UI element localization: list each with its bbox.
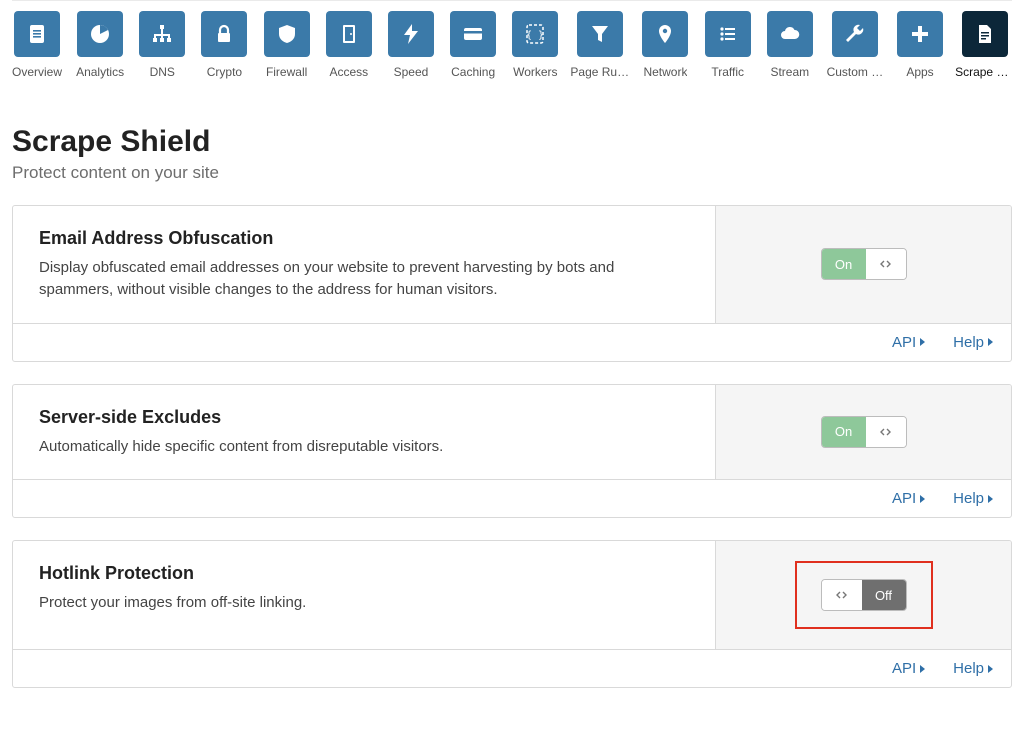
api-link[interactable]: API bbox=[892, 660, 925, 677]
nav-item-network[interactable]: Network bbox=[641, 11, 689, 79]
toggle-email-address-obfuscation[interactable]: On bbox=[821, 248, 907, 280]
nav-label: Analytics bbox=[76, 65, 124, 79]
nav-item-firewall[interactable]: Firewall bbox=[263, 11, 311, 79]
toggle-off-label: Off bbox=[862, 580, 906, 610]
setting-card: Server-side Excludes Automatically hide s… bbox=[12, 384, 1012, 519]
caret-right-icon bbox=[988, 495, 993, 503]
pie-icon bbox=[77, 11, 123, 57]
toggle-handle bbox=[866, 417, 906, 447]
page-header: Scrape Shield Protect content on your si… bbox=[12, 125, 1012, 183]
nav-item-workers[interactable]: Workers bbox=[511, 11, 559, 79]
api-link[interactable]: API bbox=[892, 490, 925, 507]
nav-label: Network bbox=[643, 65, 687, 79]
caret-right-icon bbox=[988, 338, 993, 346]
toggle-on-label: On bbox=[822, 417, 866, 447]
funnel-icon bbox=[577, 11, 623, 57]
api-link[interactable]: API bbox=[892, 334, 925, 351]
card-description: Protect your images from off-site linkin… bbox=[39, 592, 649, 614]
shield-icon bbox=[264, 11, 310, 57]
nav-label: DNS bbox=[150, 65, 175, 79]
nav-item-scrape-s-[interactable]: Scrape S… bbox=[958, 11, 1012, 79]
nav-label: Custom … bbox=[827, 65, 884, 79]
nav-label: Access bbox=[329, 65, 368, 79]
toggle-hotlink-protection[interactable]: Off bbox=[821, 579, 907, 611]
nav-item-caching[interactable]: Caching bbox=[449, 11, 497, 79]
file-icon bbox=[962, 11, 1008, 57]
nav-item-stream[interactable]: Stream bbox=[766, 11, 814, 79]
nav-label: Scrape S… bbox=[955, 65, 1015, 79]
caret-right-icon bbox=[920, 665, 925, 673]
nav-label: Workers bbox=[513, 65, 557, 79]
card-side-panel: Off bbox=[715, 541, 1011, 649]
nav-label: Traffic bbox=[711, 65, 744, 79]
card-footer: API Help bbox=[13, 323, 1011, 361]
top-nav: Overview Analytics DNS Crypto Firewall Access… bbox=[12, 0, 1012, 79]
nav-label: Apps bbox=[906, 65, 933, 79]
nav-item-analytics[interactable]: Analytics bbox=[76, 11, 124, 79]
setting-card: Hotlink Protection Protect your images fr… bbox=[12, 540, 1012, 688]
sitemap-icon bbox=[139, 11, 185, 57]
nav-label: Overview bbox=[12, 65, 62, 79]
caret-right-icon bbox=[920, 495, 925, 503]
toggle-on-label: On bbox=[822, 249, 866, 279]
toggle-handle bbox=[866, 249, 906, 279]
wrench-icon bbox=[832, 11, 878, 57]
card-title: Server-side Excludes bbox=[39, 407, 689, 428]
page-subtitle: Protect content on your site bbox=[12, 163, 1012, 183]
card-side-panel: On bbox=[715, 385, 1011, 480]
nav-label: Page Rules bbox=[570, 65, 630, 79]
nav-label: Caching bbox=[451, 65, 495, 79]
nav-item-dns[interactable]: DNS bbox=[138, 11, 186, 79]
nav-item-traffic[interactable]: Traffic bbox=[704, 11, 752, 79]
setting-card: Email Address Obfuscation Display obfusca… bbox=[12, 205, 1012, 362]
page-title: Scrape Shield bbox=[12, 125, 1012, 159]
nav-label: Crypto bbox=[207, 65, 242, 79]
bolt-icon bbox=[388, 11, 434, 57]
list-icon bbox=[705, 11, 751, 57]
nav-item-crypto[interactable]: Crypto bbox=[200, 11, 248, 79]
help-link[interactable]: Help bbox=[953, 660, 993, 677]
card-side-panel: On bbox=[715, 206, 1011, 323]
nav-item-overview[interactable]: Overview bbox=[12, 11, 62, 79]
toggle-handle-icon bbox=[879, 426, 892, 438]
highlight-annotation: Off bbox=[795, 561, 933, 629]
door-icon bbox=[326, 11, 372, 57]
cloud-icon bbox=[767, 11, 813, 57]
nav-item-access[interactable]: Access bbox=[325, 11, 373, 79]
card-title: Email Address Obfuscation bbox=[39, 228, 689, 249]
nav-item-speed[interactable]: Speed bbox=[387, 11, 435, 79]
nav-item-custom-[interactable]: Custom … bbox=[828, 11, 882, 79]
toggle-handle bbox=[822, 580, 862, 610]
card-footer: API Help bbox=[13, 479, 1011, 517]
pin-icon bbox=[642, 11, 688, 57]
card-description: Display obfuscated email addresses on yo… bbox=[39, 257, 649, 301]
clipboard-icon bbox=[14, 11, 60, 57]
toggle-handle-icon bbox=[835, 589, 848, 601]
help-link[interactable]: Help bbox=[953, 490, 993, 507]
card-icon bbox=[450, 11, 496, 57]
help-link[interactable]: Help bbox=[953, 334, 993, 351]
braces-icon bbox=[512, 11, 558, 57]
card-footer: API Help bbox=[13, 649, 1011, 687]
nav-item-apps[interactable]: Apps bbox=[896, 11, 944, 79]
plus-icon bbox=[897, 11, 943, 57]
toggle-handle-icon bbox=[879, 258, 892, 270]
card-title: Hotlink Protection bbox=[39, 563, 689, 584]
caret-right-icon bbox=[988, 665, 993, 673]
nav-label: Firewall bbox=[266, 65, 307, 79]
toggle-server-side-excludes[interactable]: On bbox=[821, 416, 907, 448]
caret-right-icon bbox=[920, 338, 925, 346]
nav-label: Stream bbox=[770, 65, 809, 79]
card-description: Automatically hide specific content from… bbox=[39, 436, 649, 458]
nav-item-page-rules[interactable]: Page Rules bbox=[573, 11, 627, 79]
lock-icon bbox=[201, 11, 247, 57]
nav-label: Speed bbox=[394, 65, 429, 79]
